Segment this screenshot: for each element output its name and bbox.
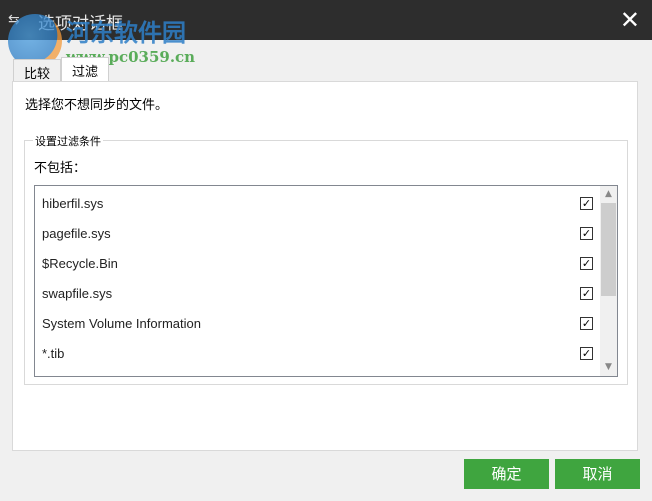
item-name: swapfile.sys	[42, 286, 113, 301]
item-checkbox[interactable]: ✓	[580, 257, 593, 270]
scrollbar-thumb[interactable]	[601, 203, 616, 296]
group-label: 设置过滤条件	[33, 133, 103, 149]
description: 选择您不想同步的文件。	[25, 98, 169, 113]
list-item: swapfile.sys ✓	[35, 278, 601, 308]
item-name: *.tib	[42, 346, 65, 361]
watermark-name: 河东软件园	[66, 18, 186, 47]
filter-panel: 选择您不想同步的文件。 设置过滤条件 不包括： ▲ ▼ hiberfil.sys…	[12, 81, 638, 451]
list-item: hiberfil.sys ✓	[35, 188, 601, 218]
item-checkbox[interactable]: ✓	[580, 287, 593, 300]
exclude-label: 不包括：	[34, 161, 87, 176]
close-button[interactable]: ✕	[620, 6, 640, 34]
scroll-down-icon[interactable]: ▼	[600, 359, 617, 376]
exclude-list: ▲ ▼ hiberfil.sys ✓ pagefile.sys ✓ $Recycle.B…	[34, 185, 618, 377]
tab-filter[interactable]: 过滤	[61, 57, 110, 82]
item-checkbox[interactable]: ✓	[580, 317, 593, 330]
list-item: System Volume Information ✓	[35, 308, 601, 338]
scroll-up-icon[interactable]: ▲	[600, 186, 617, 203]
item-name: $Recycle.Bin	[42, 256, 118, 271]
tab-compare[interactable]: 比较	[13, 59, 62, 82]
list-item: *.tib ✓	[35, 338, 601, 368]
item-name: System Volume Information	[42, 316, 201, 331]
list-item: pagefile.sys ✓	[35, 218, 601, 248]
scrollbar[interactable]: ▲ ▼	[600, 186, 617, 376]
item-checkbox[interactable]: ✓	[580, 347, 593, 360]
filter-group: 设置过滤条件 不包括： ▲ ▼ hiberfil.sys ✓ pagefile.sy…	[24, 133, 628, 385]
item-checkbox[interactable]: ✓	[580, 197, 593, 210]
item-checkbox[interactable]: ✓	[580, 227, 593, 240]
ok-button[interactable]: 确定	[464, 459, 549, 489]
item-name: pagefile.sys	[42, 226, 111, 241]
item-name: hiberfil.sys	[42, 196, 104, 211]
list-item: $Recycle.Bin ✓	[35, 248, 601, 278]
cancel-button[interactable]: 取消	[555, 459, 640, 489]
